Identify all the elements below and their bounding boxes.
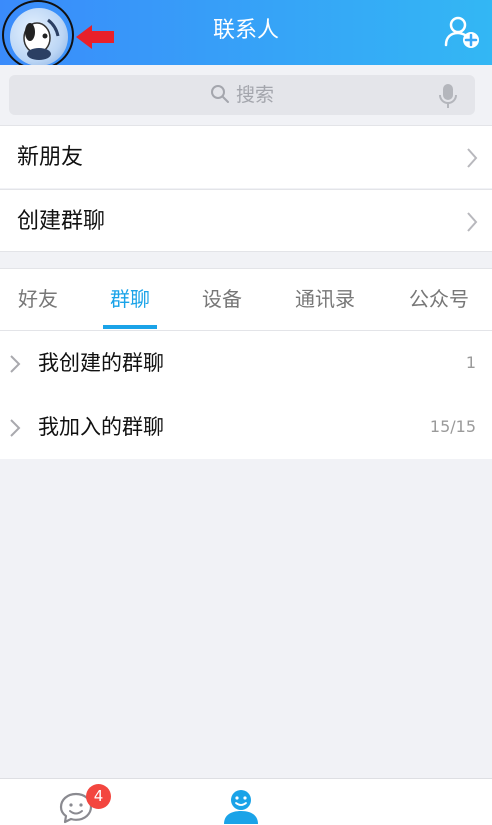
microphone-icon[interactable] <box>439 83 457 109</box>
chevron-right-icon <box>467 212 478 232</box>
group-category-count: 1 <box>465 353 476 372</box>
create-group-row[interactable]: 创建群聊 <box>0 189 492 252</box>
contact-tabs: 好友 群聊 设备 通讯录 公众号 <box>0 268 492 331</box>
tab-devices[interactable]: 设备 <box>184 269 260 331</box>
group-category-label: 我创建的群聊 <box>38 351 164 375</box>
unread-badge: 4 <box>86 784 111 809</box>
tab-official-accounts[interactable]: 公众号 <box>396 269 482 331</box>
avatar-highlight-circle <box>2 0 74 70</box>
new-friends-label: 新朋友 <box>17 145 84 170</box>
add-friend-icon[interactable] <box>444 14 480 48</box>
tab-friends[interactable]: 好友 <box>0 269 76 331</box>
avatar[interactable] <box>10 8 68 66</box>
search-icon <box>210 85 229 103</box>
group-category-count: 15/15 <box>429 417 476 436</box>
group-category-row[interactable]: 我加入的群聊 15/15 <box>0 395 492 459</box>
new-friends-row[interactable]: 新朋友 <box>0 125 492 188</box>
snoopy-avatar-icon <box>23 18 60 60</box>
chevron-right-icon <box>10 355 21 373</box>
contacts-person-icon[interactable] <box>222 789 260 825</box>
group-category-row[interactable]: 我创建的群聊 1 <box>0 331 492 395</box>
tab-address-book[interactable]: 通讯录 <box>282 269 368 331</box>
chevron-right-icon <box>467 148 478 168</box>
chevron-right-icon <box>10 419 21 437</box>
search-area: 搜索 <box>0 65 492 125</box>
red-arrow-icon <box>76 25 114 49</box>
group-category-label: 我加入的群聊 <box>38 415 164 439</box>
bottom-nav: 4 <box>0 778 492 825</box>
active-tab-indicator <box>103 325 157 329</box>
create-group-label: 创建群聊 <box>17 209 106 234</box>
search-input[interactable]: 搜索 <box>9 75 475 115</box>
tab-groups[interactable]: 群聊 <box>92 269 168 331</box>
search-placeholder: 搜索 <box>235 84 274 106</box>
header-bar: 联系人 <box>0 0 492 70</box>
